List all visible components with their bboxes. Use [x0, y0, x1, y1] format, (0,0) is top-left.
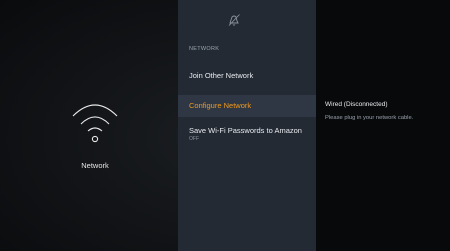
- join-other-network-item[interactable]: Join Other Network: [178, 67, 316, 91]
- network-menu: NETWORK Join Other Network Configure Net…: [178, 0, 316, 251]
- category-label: Network: [81, 161, 109, 170]
- detail-description: Please plug in your network cable.: [325, 115, 414, 121]
- menu-item-label: Join Other Network: [189, 71, 254, 80]
- mute-icon: [228, 14, 240, 26]
- menu-item-status: OFF: [189, 136, 199, 142]
- menu-item-label: Configure Network: [189, 101, 252, 110]
- configure-network-item[interactable]: Configure Network: [178, 95, 316, 117]
- save-wifi-passwords-item[interactable]: Save Wi-Fi Passwords to Amazon OFF: [178, 124, 316, 148]
- wifi-icon: [72, 104, 118, 143]
- settings-screen: Network NETWORK Join Other Network Confi…: [0, 0, 450, 251]
- menu-item-label: Save Wi-Fi Passwords to Amazon: [189, 126, 302, 135]
- network-category-panel: Network: [0, 0, 178, 251]
- detail-title: Wired (Disconnected): [325, 101, 388, 108]
- section-header: NETWORK: [189, 46, 220, 52]
- detail-panel: Wired (Disconnected) Please plug in your…: [316, 0, 450, 251]
